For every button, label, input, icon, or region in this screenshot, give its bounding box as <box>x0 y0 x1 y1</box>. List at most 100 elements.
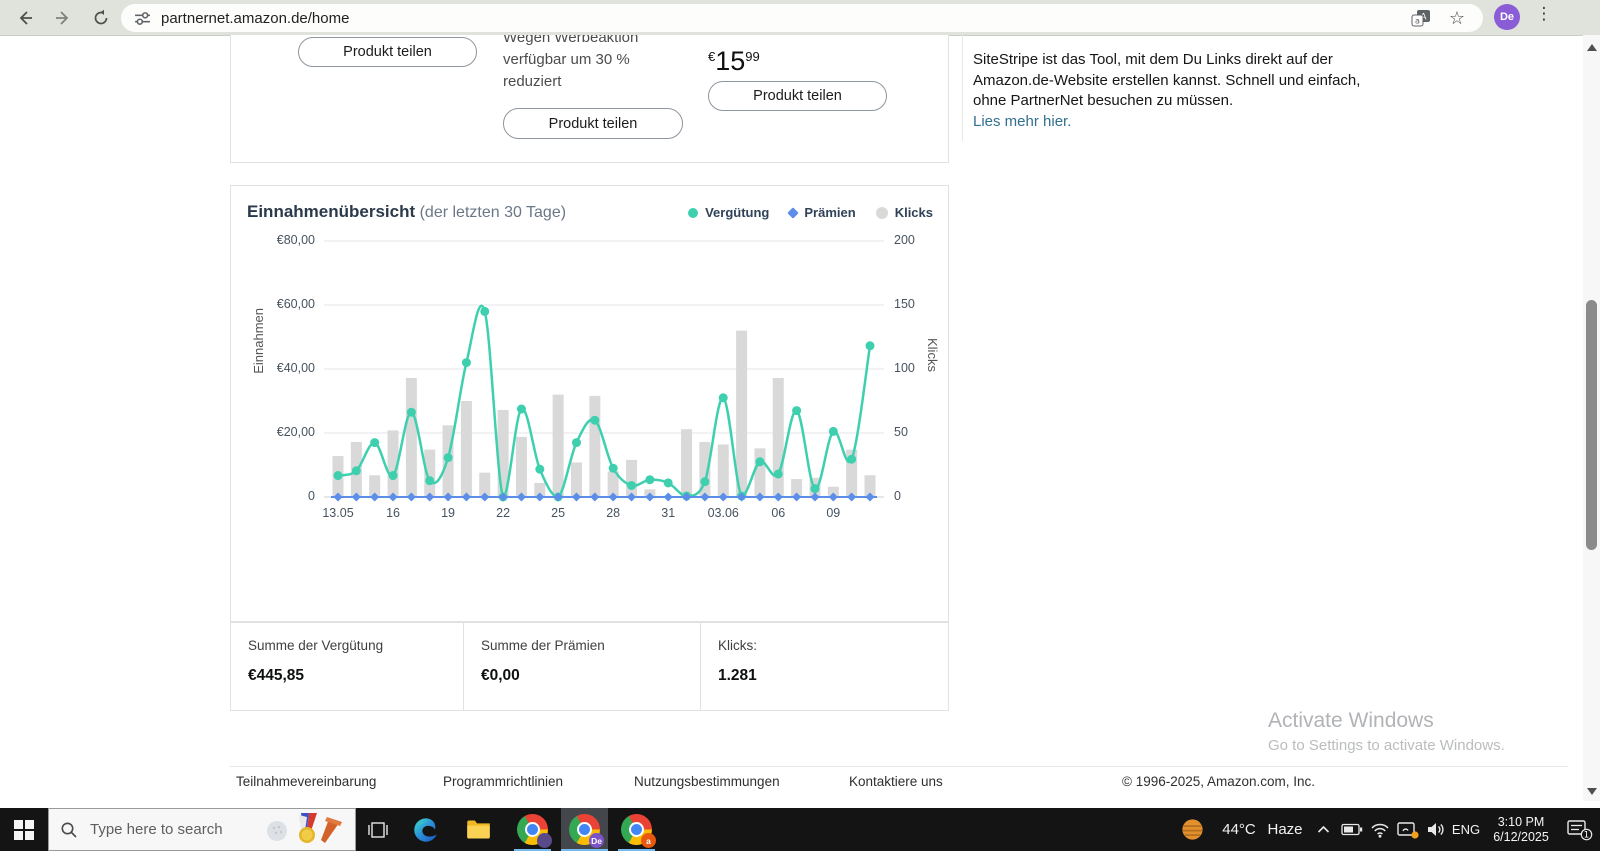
address-bar[interactable]: partnernet.amazon.de/home <box>121 4 1483 32</box>
footer-link-programmrichtlinien[interactable]: Programmrichtlinien <box>443 774 563 789</box>
axis-tick-label: 100 <box>894 361 915 375</box>
tray-share-screen-button[interactable] <box>1394 808 1422 851</box>
scrollbar-up-arrow[interactable] <box>1587 44 1597 51</box>
axis-tick-label: 09 <box>826 506 841 520</box>
summary-value: €445,85 <box>248 667 305 684</box>
translate-icon[interactable]: Aa <box>1408 5 1434 31</box>
weather-haze-icon <box>1181 819 1203 840</box>
weather-temp[interactable]: 44°C <box>1214 808 1264 851</box>
legend-item-klicks[interactable]: Klicks <box>875 205 933 220</box>
sitestripe-read-more-link[interactable]: Lies mehr hier. <box>973 112 1360 133</box>
bookmark-star-icon[interactable]: ☆ <box>1444 5 1470 31</box>
svg-text:a: a <box>1415 16 1420 25</box>
file-explorer-icon <box>466 820 490 839</box>
tray-clock-button[interactable]: 3:10 PM 6/12/2025 <box>1486 808 1556 851</box>
axis-tick-label: 25 <box>551 506 566 520</box>
tray-wifi-button[interactable] <box>1366 808 1394 851</box>
price-whole: 15 <box>715 46 746 76</box>
search-icon <box>60 821 78 839</box>
legend-marker-diamond-icon <box>787 206 800 219</box>
axis-tick-label: €40,00 <box>276 361 315 375</box>
axis-tick-label: €20,00 <box>276 425 315 439</box>
axis-tick-label: 16 <box>386 506 400 520</box>
browser-menu-icon[interactable]: ⋮ <box>1534 4 1554 24</box>
browser-toolbar: partnernet.amazon.de/home Aa ☆ De ⋮ <box>0 0 1600 36</box>
summary-label: Summe der Prämien <box>481 638 605 653</box>
chrome-icon: a <box>621 814 656 848</box>
legend-item-verguetung[interactable]: Vergütung <box>688 205 769 220</box>
legend-item-praemien[interactable]: Prämien <box>787 205 856 220</box>
axis-tick-label: 03.06 <box>707 506 739 520</box>
footer-link-kontaktiere-uns[interactable]: Kontaktiere uns <box>849 774 943 789</box>
screen: partnernet.amazon.de/home Aa ☆ De ⋮ Prod… <box>0 0 1600 851</box>
footer-link-nutzungsbestimmungen[interactable]: Nutzungsbestimmungen <box>634 774 780 789</box>
start-button[interactable] <box>0 808 48 851</box>
taskbar-chrome-window-1[interactable] <box>509 808 556 851</box>
summary-cell-praemien: Summe der Prämien €0,00 <box>464 623 701 710</box>
site-settings-icon[interactable] <box>134 10 151 27</box>
taskbar-chrome-window-2-active[interactable]: De <box>561 808 608 851</box>
legend-marker-circle-icon <box>688 207 699 218</box>
share-product-button-2[interactable]: Produkt teilen <box>503 108 683 139</box>
activate-windows-watermark: Activate Windows <box>1268 709 1434 732</box>
battery-icon <box>1341 823 1363 836</box>
chart-title: Einnahmenübersicht <box>247 202 416 221</box>
chrome-profile-badge: a <box>641 833 656 848</box>
windows-logo-icon <box>14 819 34 840</box>
share-product-button-1[interactable]: Produkt teilen <box>298 37 477 67</box>
legend-label: Vergütung <box>705 205 770 220</box>
summary-value: 1.281 <box>718 667 757 684</box>
taskbar-edge-button[interactable] <box>404 808 448 851</box>
weather-button[interactable] <box>1172 808 1212 851</box>
summary-row: Summe der Vergütung €445,85 Summe der Pr… <box>230 622 949 711</box>
chart-subtitle: (der letzten 30 Tage) <box>419 204 567 221</box>
forward-icon <box>56 11 69 25</box>
back-button[interactable] <box>12 5 38 31</box>
forward-button[interactable] <box>50 5 76 31</box>
tray-time: 3:10 PM <box>1497 814 1545 829</box>
tray-volume-button[interactable] <box>1422 808 1450 851</box>
scrollbar-down-arrow[interactable] <box>1587 788 1597 795</box>
edge-icon <box>414 817 437 842</box>
axis-tick-label: 150 <box>894 297 915 311</box>
axis-tick-label: €60,00 <box>276 297 315 311</box>
product-price: €1599 <box>708 46 760 77</box>
right-axis-title: Klicks <box>925 338 940 372</box>
tray-battery-button[interactable] <box>1338 808 1366 851</box>
tray-hidden-icons-chevron[interactable] <box>1310 808 1336 851</box>
weather-desc[interactable]: Haze <box>1262 808 1308 851</box>
scrollbar-thumb[interactable] <box>1586 300 1597 550</box>
speaker-icon <box>1428 823 1444 836</box>
sitestripe-text: SiteStripe ist das Tool, mit dem Du Link… <box>973 50 1360 132</box>
product-promo-card: Produkt teilen Wegen Werbeaktion verfügb… <box>230 35 949 163</box>
wifi-icon <box>1371 823 1389 838</box>
summary-label: Summe der Vergütung <box>248 638 384 653</box>
taskbar-file-explorer-button[interactable] <box>456 808 500 851</box>
legend-label: Klicks <box>894 205 933 220</box>
promo-line: Wegen Werbeaktion <box>503 35 639 46</box>
search-placeholder: Type here to search <box>90 821 223 838</box>
footer-copyright: © 1996-2025, Amazon.com, Inc. <box>1122 774 1316 789</box>
promo-line: reduziert <box>503 73 562 90</box>
activate-windows-watermark-sub: Go to Settings to activate Windows. <box>1268 737 1505 754</box>
axis-tick-label: 06 <box>771 506 786 520</box>
action-center-button[interactable]: 1 <box>1560 808 1600 851</box>
tray-date: 6/12/2025 <box>1493 829 1549 844</box>
search-daily-image[interactable] <box>263 813 349 847</box>
share-product-button-3[interactable]: Produkt teilen <box>708 81 887 111</box>
taskbar-chrome-window-3[interactable]: a <box>613 808 660 851</box>
axis-tick-label: 200 <box>894 233 915 247</box>
chrome-profile-photo-badge <box>537 833 552 848</box>
reload-button[interactable] <box>88 5 114 31</box>
price-fraction: 99 <box>745 49 760 64</box>
footer-link-teilnahmevereinbarung[interactable]: Teilnahmevereinbarung <box>236 774 376 789</box>
task-view-button[interactable] <box>356 808 400 851</box>
tray-language-button[interactable]: ENG <box>1448 808 1484 851</box>
reload-icon <box>94 9 108 25</box>
taskbar-search-input[interactable]: Type here to search <box>48 808 356 851</box>
url-text[interactable]: partnernet.amazon.de/home <box>161 10 349 27</box>
sitestripe-line: Amazon.de-Website erstellen kannst. Schn… <box>973 71 1361 89</box>
axis-tick-label: €80,00 <box>276 233 315 247</box>
chrome-icon <box>517 814 552 848</box>
profile-avatar[interactable]: De <box>1494 4 1520 30</box>
